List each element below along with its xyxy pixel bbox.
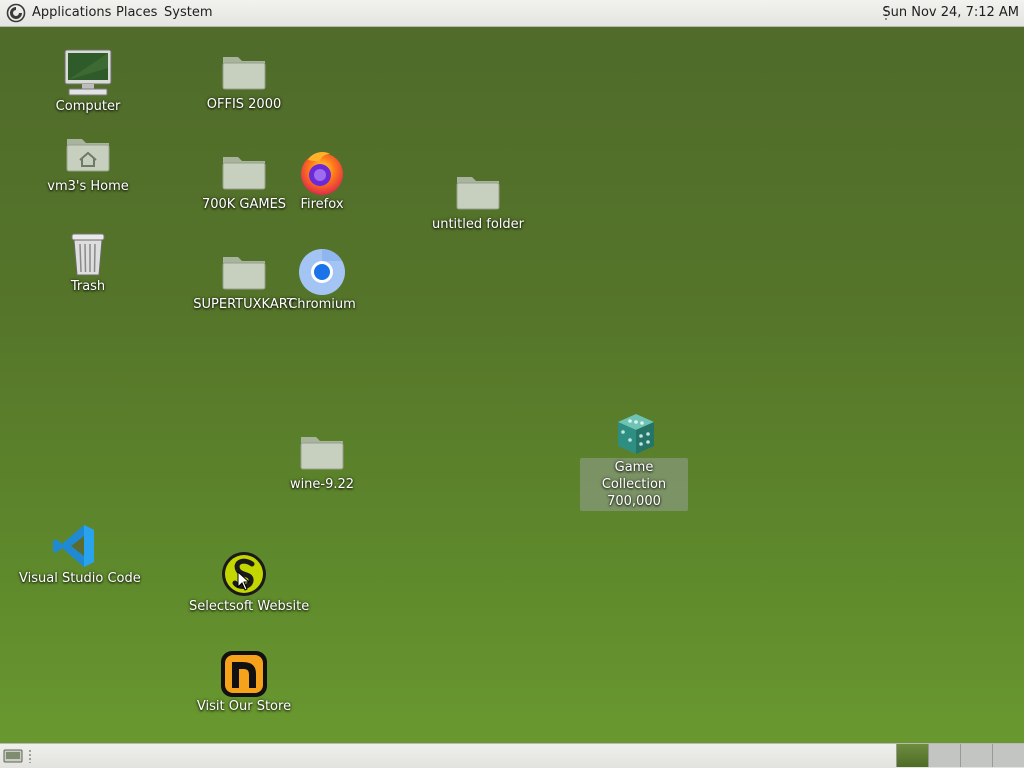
store-icon — [221, 651, 267, 697]
desktop-icon-game-collection[interactable]: Game Collection 700,000 — [579, 410, 689, 511]
folder-icon — [222, 57, 266, 90]
vscode-icon — [53, 525, 94, 567]
icon-label: vm3's Home — [47, 179, 129, 194]
bottom-panel — [0, 743, 1024, 768]
panel-handle[interactable] — [28, 749, 32, 763]
firefox-icon — [301, 152, 343, 195]
workspace-switcher[interactable] — [896, 744, 1024, 768]
desktop-icon-untitled-folder[interactable]: untitled folder — [423, 168, 533, 233]
icon-label: Visit Our Store — [196, 699, 292, 714]
folder-icon — [222, 257, 266, 290]
icon-label: OFFIS 2000 — [206, 97, 282, 112]
workspace-2[interactable] — [928, 744, 960, 767]
debian-logo-icon[interactable] — [6, 3, 26, 23]
desktop-icon-computer[interactable]: Computer — [33, 48, 143, 115]
dice-icon — [618, 414, 654, 454]
workspace-4[interactable] — [992, 744, 1024, 767]
applications-menu[interactable]: Applications — [32, 0, 111, 26]
icon-label: Computer — [55, 99, 121, 114]
desktop-icon-store[interactable]: Visit Our Store — [189, 650, 299, 715]
icon-label: untitled folder — [431, 217, 524, 232]
icon-label: Trash — [70, 279, 106, 294]
mouse-cursor-icon — [237, 571, 251, 591]
trash-icon — [71, 233, 105, 276]
desktop-icon-wine[interactable]: wine-9.22 — [267, 428, 377, 493]
folder-icon — [456, 177, 500, 210]
system-menu[interactable]: System — [164, 0, 212, 26]
workspace-3[interactable] — [960, 744, 992, 767]
folder-icon — [222, 157, 266, 190]
icon-label: Selectsoft Website — [189, 599, 310, 614]
folder-icon — [300, 437, 344, 470]
icon-label: wine-9.22 — [289, 477, 355, 492]
clock[interactable]: Sun Nov 24, 7:12 AM — [882, 0, 1019, 26]
icon-label: Visual Studio Code — [19, 571, 141, 586]
desktop-icon-chromium[interactable]: Chromium — [267, 248, 377, 313]
show-desktop-icon[interactable] — [3, 748, 23, 764]
chromium-icon — [299, 249, 345, 295]
desktop-icon-firefox[interactable]: Firefox — [267, 148, 377, 213]
workspace-1[interactable] — [896, 744, 928, 767]
icon-label: Firefox — [300, 197, 344, 212]
desktop-icon-vscode[interactable]: Visual Studio Code — [19, 522, 141, 587]
icon-label: Chromium — [288, 297, 356, 312]
places-menu[interactable]: Places — [116, 0, 157, 26]
desktop-icon-home[interactable]: vm3's Home — [33, 130, 143, 195]
computer-icon — [64, 49, 112, 96]
top-panel: Applications Places System Sun Nov 24, 7… — [0, 0, 1024, 27]
desktop-icon-trash[interactable]: Trash — [33, 230, 143, 295]
home-folder-icon — [66, 139, 110, 172]
desktop-icon-offis-2000[interactable]: OFFIS 2000 — [189, 48, 299, 113]
icon-label: Game Collection 700,000 — [580, 458, 688, 511]
